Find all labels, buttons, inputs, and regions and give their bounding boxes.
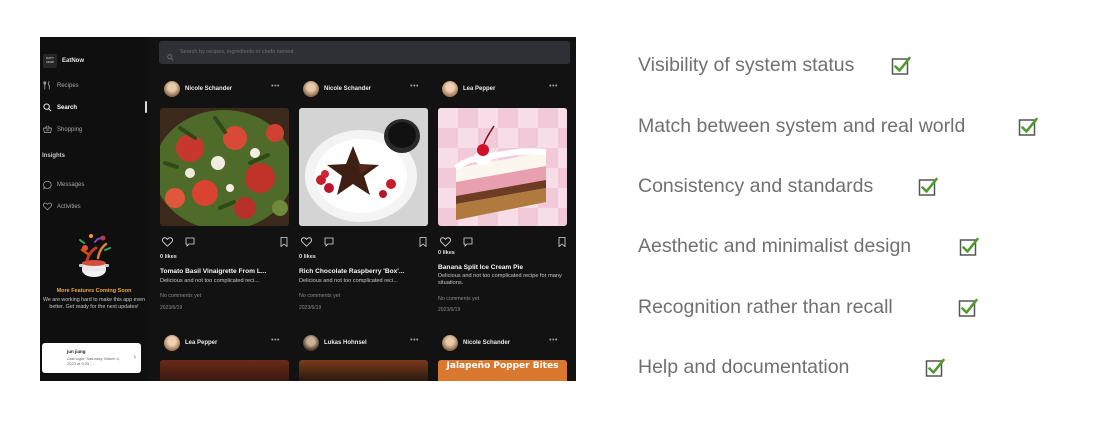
heuristic-label: Help and documentation bbox=[638, 356, 850, 378]
sidebar-item-search[interactable]: Search bbox=[43, 103, 77, 112]
sidebar-item-label: Recipes bbox=[57, 82, 79, 89]
sidebar-item-recipes[interactable]: Recipes bbox=[43, 81, 79, 90]
more-options-icon[interactable]: ••• bbox=[549, 337, 558, 344]
user-name: jun jiang bbox=[67, 349, 86, 354]
promo-text: We are working hard to make this app eve… bbox=[42, 297, 146, 310]
cooking-pot-illustration bbox=[74, 230, 114, 282]
app-logo: EATY NOW bbox=[43, 54, 57, 68]
photo-caption: Jalapeño Popper Bites bbox=[446, 361, 559, 371]
brand[interactable]: EATY NOW EatNow bbox=[43, 54, 84, 68]
heuristic-label: Aesthetic and minimalist design bbox=[638, 235, 912, 257]
sidebar: EATY NOW EatNow Recipes Search Shopping … bbox=[40, 37, 148, 381]
checkbox-checked-icon bbox=[918, 177, 938, 197]
heuristic-label: Visibility of system status bbox=[638, 54, 855, 76]
checkbox-checked-icon bbox=[958, 298, 978, 318]
heuristic-label: Consistency and standards bbox=[638, 175, 874, 197]
post-author[interactable]: Lukas Hohnsel bbox=[324, 340, 367, 346]
sidebar-item-label: Shopping bbox=[57, 126, 83, 133]
post-author[interactable]: Nicole Schander bbox=[463, 340, 510, 346]
recipe-photo[interactable] bbox=[299, 360, 428, 381]
insights-heading: Insights bbox=[42, 153, 66, 159]
checkbox-checked-icon bbox=[925, 358, 945, 378]
active-indicator bbox=[145, 101, 147, 113]
brand-name: EatNow bbox=[62, 58, 85, 64]
checkbox-checked-icon bbox=[959, 237, 979, 257]
sidebar-item-shopping[interactable]: Shopping bbox=[43, 125, 82, 134]
avatar[interactable] bbox=[164, 335, 180, 351]
chevron-right-icon: › bbox=[133, 354, 136, 361]
app-window: EATY NOW EatNow Recipes Search Shopping … bbox=[40, 37, 576, 381]
last-login-text: Last login: Saturday, March 4, 2023 at 9… bbox=[67, 356, 120, 366]
sidebar-item-label: Activities bbox=[57, 203, 81, 210]
sidebar-item-label: Messages bbox=[57, 181, 85, 188]
utensils-icon bbox=[43, 81, 52, 90]
more-options-icon[interactable]: ••• bbox=[271, 337, 280, 344]
checkbox-checked-icon bbox=[1018, 117, 1038, 137]
recipe-photo[interactable]: Jalapeño Popper Bites bbox=[438, 360, 567, 381]
sidebar-item-messages[interactable]: Messages bbox=[43, 180, 85, 190]
checkbox-checked-icon bbox=[891, 56, 911, 76]
heuristic-label: Match between system and real world bbox=[638, 115, 966, 137]
promo-title: More Features Coming Soon bbox=[56, 288, 132, 294]
heart-icon bbox=[43, 202, 52, 211]
recipe-post-card[interactable]: Lukas Hohnsel ••• bbox=[298, 37, 429, 381]
search-icon bbox=[43, 103, 52, 112]
basket-icon bbox=[43, 125, 52, 134]
user-card[interactable]: jun jiang Last login: Saturday, March 4,… bbox=[42, 343, 141, 373]
avatar[interactable] bbox=[303, 335, 319, 351]
post-author[interactable]: Lea Pepper bbox=[185, 340, 217, 346]
recipe-photo[interactable] bbox=[160, 360, 289, 381]
recipe-post-card[interactable]: Lea Pepper ••• bbox=[159, 37, 290, 381]
sidebar-item-label: Search bbox=[57, 104, 78, 111]
heuristic-label: Recognition rather than recall bbox=[638, 296, 893, 318]
recipe-post-card[interactable]: Nicole Schander ••• Jalapeño Popper Bite… bbox=[437, 37, 568, 381]
more-options-icon[interactable]: ••• bbox=[410, 337, 419, 344]
sidebar-item-activities[interactable]: Activities bbox=[43, 202, 81, 211]
message-bubble-icon bbox=[43, 180, 52, 190]
avatar[interactable] bbox=[442, 335, 458, 351]
